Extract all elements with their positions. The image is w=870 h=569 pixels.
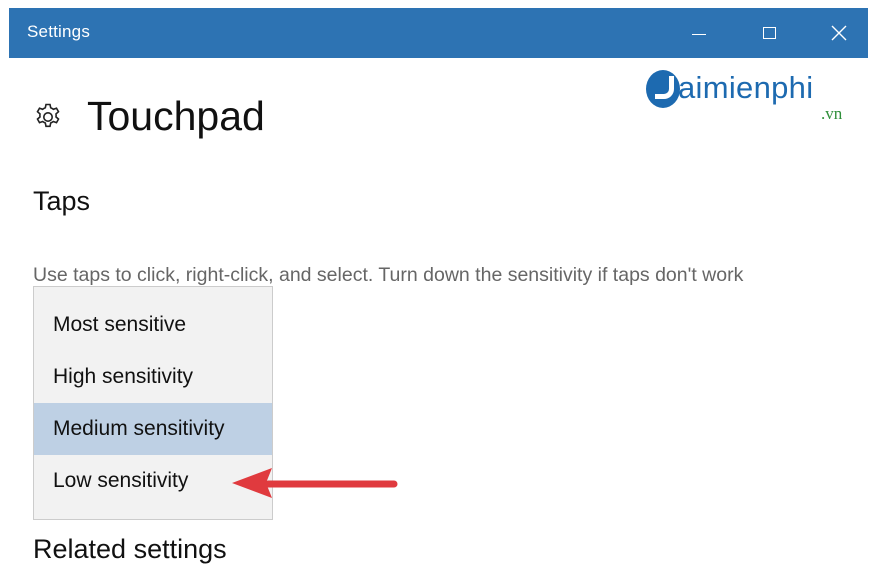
red-arrow-icon: [232, 468, 398, 498]
page-title: Touchpad: [87, 93, 265, 139]
option-high-sensitivity[interactable]: High sensitivity: [34, 351, 272, 403]
section-heading-taps: Taps: [33, 186, 91, 216]
close-button[interactable]: [807, 8, 870, 58]
logo-badge-icon: [646, 70, 680, 108]
logo-tld: .vn: [821, 104, 843, 123]
maximize-button[interactable]: [737, 8, 801, 58]
maximize-icon: [762, 27, 776, 39]
close-icon: [831, 25, 847, 41]
settings-window: Settings Touchpad aimienphi .vn Taps Use…: [0, 0, 870, 569]
minimize-icon: [692, 33, 706, 35]
watermark-logo: aimienphi .vn: [643, 66, 865, 126]
gear-icon: [36, 103, 60, 127]
window-title: Settings: [27, 22, 91, 41]
page-header: Touchpad: [33, 96, 265, 137]
logo-wordmark: aimienphi: [678, 70, 814, 105]
option-most-sensitive[interactable]: Most sensitive: [34, 299, 272, 351]
title-bar[interactable]: Settings: [9, 8, 868, 58]
minimize-button[interactable]: [667, 8, 731, 58]
section-heading-related-settings: Related settings: [33, 534, 227, 564]
option-medium-sensitivity[interactable]: Medium sensitivity: [34, 403, 272, 455]
